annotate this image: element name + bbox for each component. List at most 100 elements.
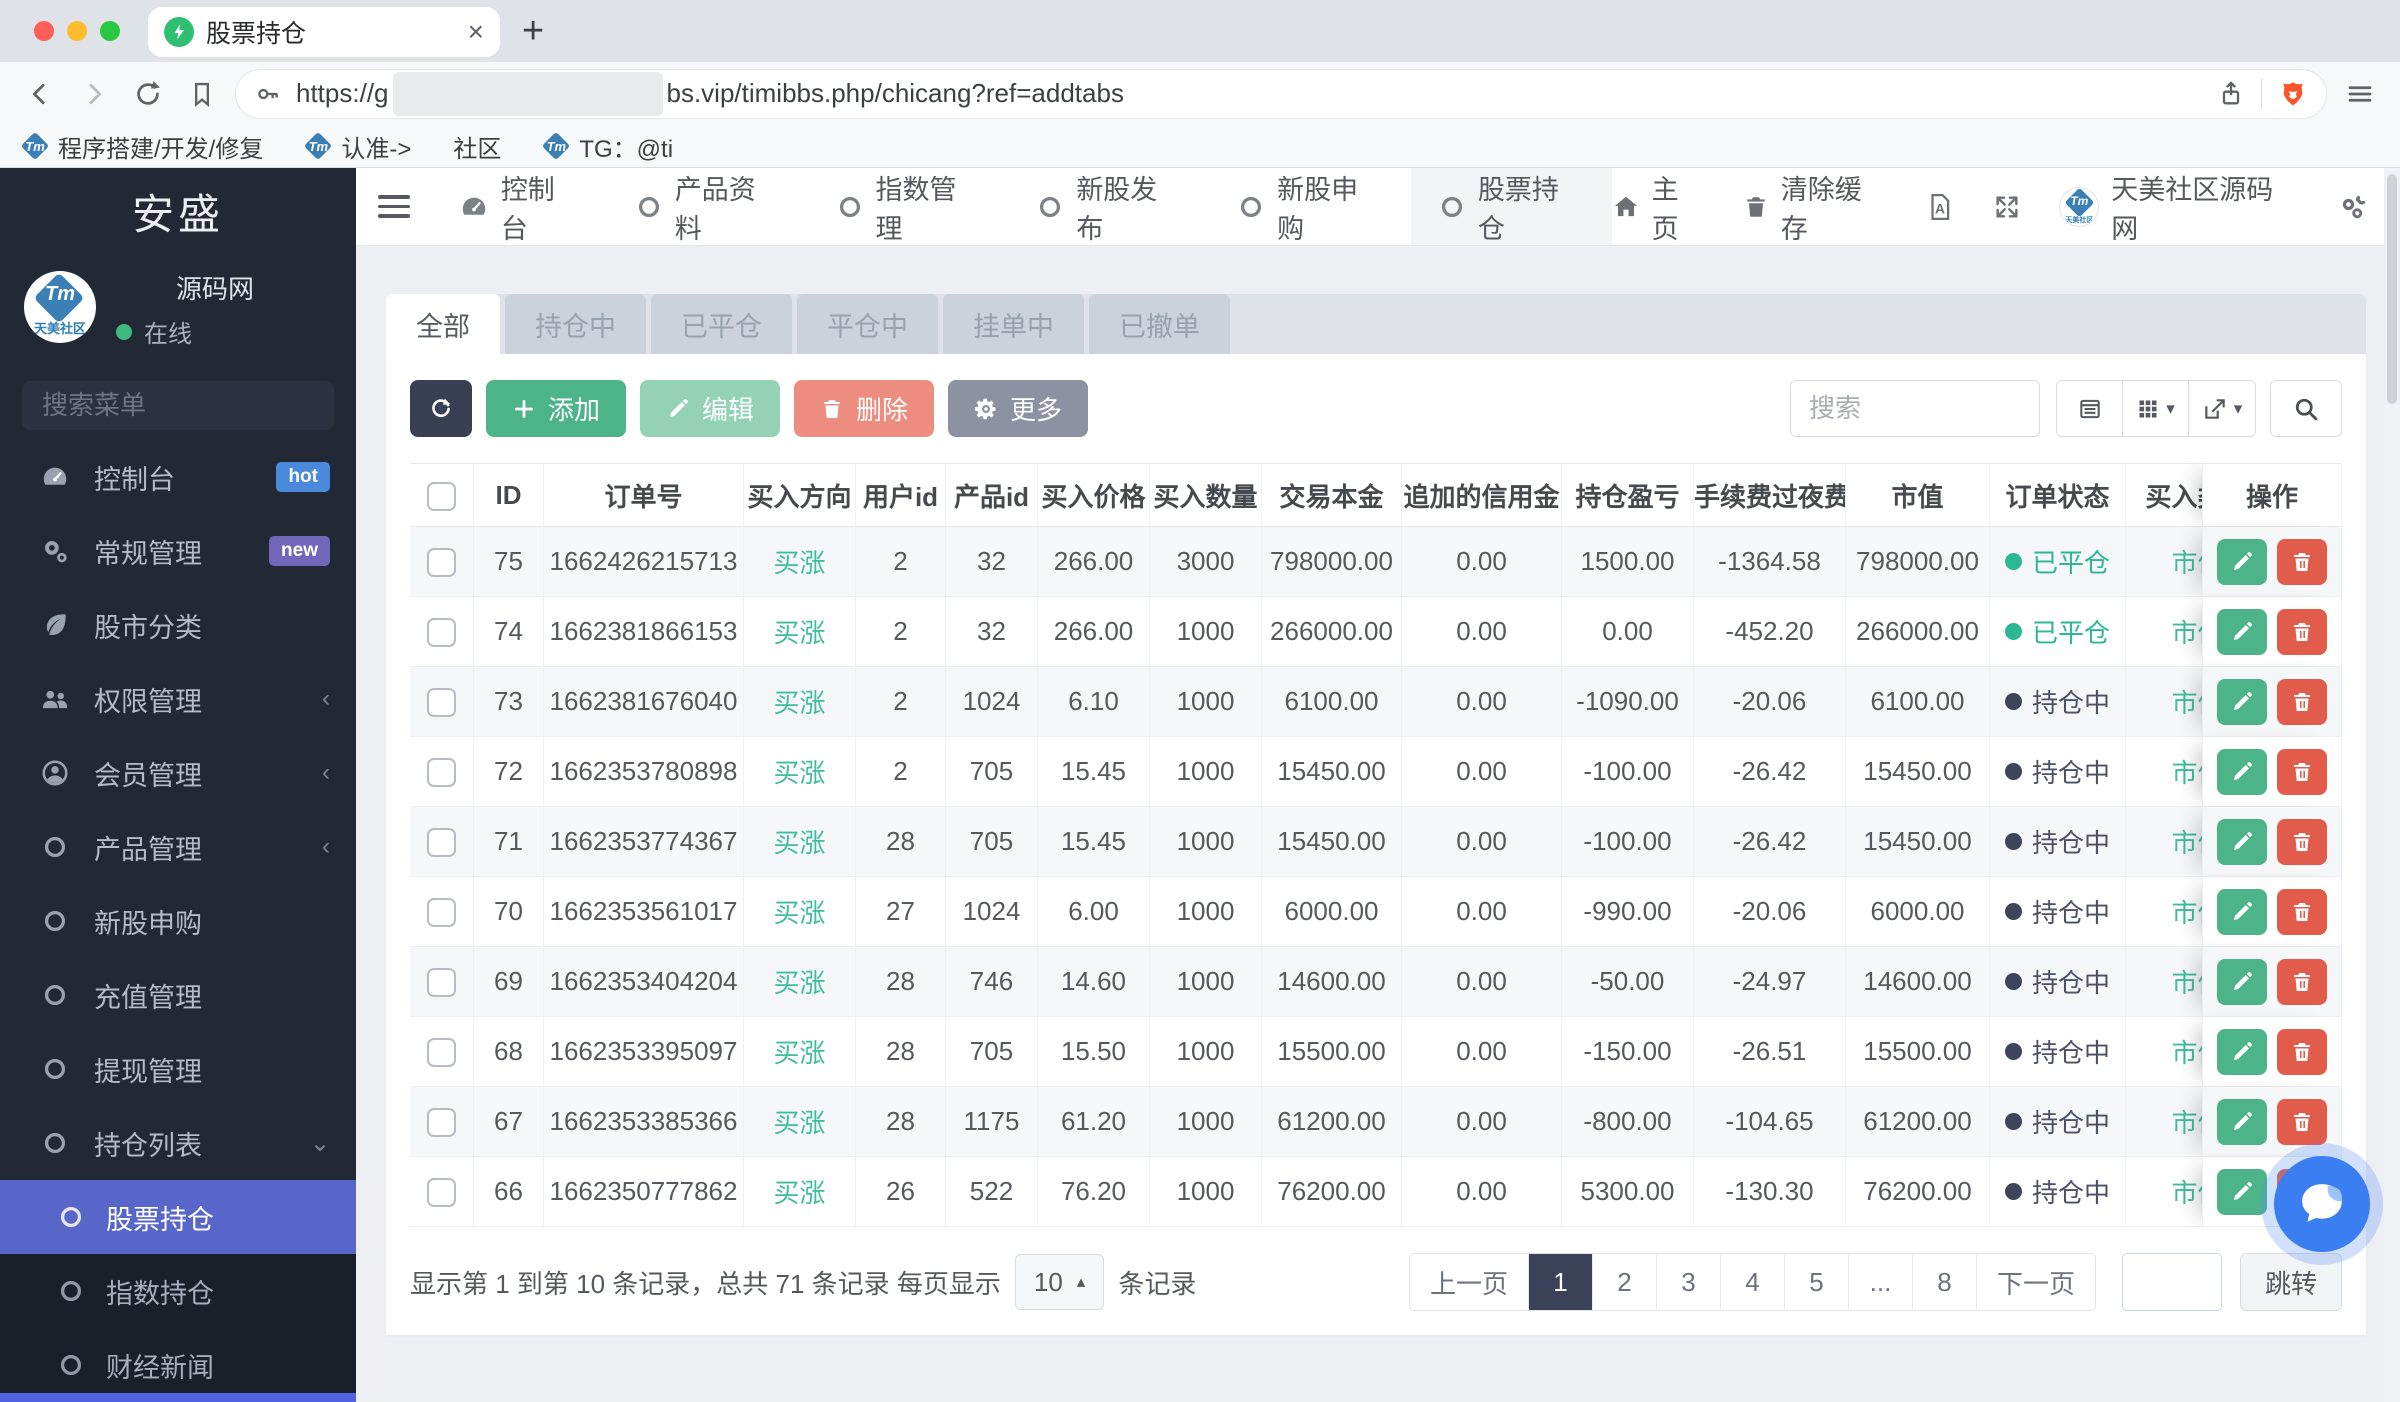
row-delete-button[interactable]: [2277, 958, 2327, 1005]
sidebar-item-权限管理[interactable]: 权限管理 ‹: [0, 662, 356, 736]
row-checkbox[interactable]: [427, 688, 456, 718]
edit-button[interactable]: 编辑: [640, 380, 781, 437]
reload-icon[interactable]: [128, 74, 168, 114]
status-tab-挂单中[interactable]: 挂单中: [943, 294, 1084, 354]
sidebar-item-新股申购[interactable]: 新股申购: [0, 884, 356, 958]
new-tab-button[interactable]: +: [522, 12, 544, 50]
row-delete-button[interactable]: [2277, 748, 2327, 795]
row-edit-button[interactable]: [2217, 678, 2267, 725]
page-scrollbar[interactable]: [2384, 168, 2400, 1402]
nav-tab-新股发布[interactable]: 新股发布: [1009, 168, 1210, 245]
page-button-1[interactable]: 1: [1528, 1254, 1593, 1310]
back-icon[interactable]: [20, 74, 60, 114]
nav-tab-产品资料[interactable]: 产品资料: [608, 168, 809, 245]
home-button[interactable]: 主页: [1612, 168, 1705, 246]
browser-menu-icon[interactable]: [2340, 74, 2380, 114]
sidebar-item-会员管理[interactable]: 会员管理 ‹: [0, 736, 356, 810]
bookmark-icon[interactable]: [182, 74, 222, 114]
status-tab-全部[interactable]: 全部: [386, 294, 500, 354]
row-checkbox[interactable]: [427, 618, 456, 648]
page-button-8[interactable]: 8: [1912, 1254, 1977, 1310]
sidebar-item-常规管理[interactable]: 常规管理 new: [0, 514, 356, 588]
clear-cache-button[interactable]: 清除缓存: [1743, 168, 1888, 246]
row-edit-button[interactable]: [2217, 1098, 2267, 1145]
sidebar-search-input[interactable]: [42, 390, 356, 422]
row-delete-button[interactable]: [2277, 888, 2327, 935]
row-edit-button[interactable]: [2217, 538, 2267, 585]
sidebar-subitem-财经新闻[interactable]: 财经新闻: [0, 1328, 356, 1402]
bookmark-item[interactable]: 社区: [453, 129, 501, 164]
page-button-5[interactable]: 5: [1784, 1254, 1849, 1310]
sidebar-item-提现管理[interactable]: 提现管理: [0, 1032, 356, 1106]
nav-tab-股票持仓[interactable]: 股票持仓: [1410, 168, 1612, 245]
forward-icon[interactable]: [74, 74, 114, 114]
minimize-window-button[interactable]: [67, 21, 87, 41]
scrollbar-thumb[interactable]: [2387, 174, 2397, 404]
sidebar-subitem-指数持仓[interactable]: 指数持仓: [0, 1254, 356, 1328]
share-icon[interactable]: [2217, 80, 2245, 108]
chat-widget-button[interactable]: [2274, 1156, 2370, 1252]
row-delete-button[interactable]: [2277, 538, 2327, 585]
browser-tab[interactable]: 股票持仓 ×: [148, 7, 500, 57]
status-tab-持仓中[interactable]: 持仓中: [505, 294, 646, 354]
page-size-select[interactable]: 10 ▴: [1014, 1254, 1105, 1310]
jump-button[interactable]: 跳转: [2239, 1253, 2342, 1311]
page-button-上一页[interactable]: 上一页: [1409, 1254, 1529, 1310]
bookmark-item[interactable]: Tm TG：@ti: [542, 129, 673, 164]
row-edit-button[interactable]: [2217, 958, 2267, 1005]
detail-view-button[interactable]: [2057, 381, 2123, 436]
translate-button[interactable]: A: [1925, 192, 1955, 222]
row-delete-button[interactable]: [2277, 1028, 2327, 1075]
site-permissions-key-icon[interactable]: [254, 80, 282, 108]
page-button-下一页[interactable]: 下一页: [1976, 1254, 2095, 1310]
page-button-...[interactable]: ...: [1848, 1254, 1913, 1310]
delete-button[interactable]: 删除: [794, 380, 935, 437]
avatar[interactable]: Tm 天美社区: [24, 271, 96, 344]
table-search-input[interactable]: [1790, 380, 2040, 437]
row-checkbox[interactable]: [427, 968, 456, 998]
status-tab-已平仓[interactable]: 已平仓: [651, 294, 792, 354]
account-menu[interactable]: Tm 天美社区 天美社区源码网: [2059, 168, 2298, 246]
sidebar-item-控制台[interactable]: 控制台 hot: [0, 440, 356, 514]
bookmark-item[interactable]: Tm 认准->: [304, 129, 411, 164]
url-bar[interactable]: https://g bs.vip/timibbs.php/chicang?ref…: [236, 69, 2326, 118]
bookmark-item[interactable]: Tm 程序搭建/开发/修复: [20, 129, 263, 164]
row-checkbox[interactable]: [427, 1178, 456, 1208]
close-window-button[interactable]: [34, 21, 54, 41]
jump-page-input[interactable]: [2121, 1253, 2222, 1311]
sidebar-item-持仓列表[interactable]: 持仓列表 ⌄: [0, 1106, 356, 1180]
brave-shield-icon[interactable]: [2278, 79, 2308, 109]
nav-tab-指数管理[interactable]: 指数管理: [809, 168, 1010, 245]
settings-button[interactable]: [2336, 192, 2366, 222]
sidebar-item-股市分类[interactable]: 股市分类: [0, 588, 356, 662]
export-dropdown-button[interactable]: ▾: [2189, 381, 2255, 436]
row-checkbox[interactable]: [427, 1108, 456, 1138]
row-edit-button[interactable]: [2217, 818, 2267, 865]
row-delete-button[interactable]: [2277, 678, 2327, 725]
sidebar-item-产品管理[interactable]: 产品管理 ‹: [0, 810, 356, 884]
row-checkbox[interactable]: [427, 758, 456, 788]
row-edit-button[interactable]: [2217, 608, 2267, 655]
row-checkbox[interactable]: [427, 548, 456, 578]
page-button-3[interactable]: 3: [1656, 1254, 1721, 1310]
row-edit-button[interactable]: [2217, 748, 2267, 795]
refresh-button[interactable]: [410, 380, 472, 437]
row-checkbox[interactable]: [427, 898, 456, 928]
sidebar-subitem-股票持仓[interactable]: 股票持仓: [0, 1180, 356, 1254]
more-button[interactable]: 更多: [948, 380, 1089, 437]
maximize-window-button[interactable]: [100, 21, 120, 41]
row-delete-button[interactable]: [2277, 818, 2327, 865]
tab-close-icon[interactable]: ×: [468, 18, 484, 46]
row-checkbox[interactable]: [427, 828, 456, 858]
nav-tab-控制台[interactable]: 控制台: [432, 168, 608, 245]
fullscreen-button[interactable]: [1993, 193, 2021, 221]
status-tab-已撤单[interactable]: 已撤单: [1089, 294, 1230, 354]
url-text[interactable]: https://g bs.vip/timibbs.php/chicang?ref…: [296, 71, 2203, 116]
nav-tab-新股申购[interactable]: 新股申购: [1210, 168, 1411, 245]
row-edit-button[interactable]: [2217, 1028, 2267, 1075]
row-delete-button[interactable]: [2277, 608, 2327, 655]
page-button-2[interactable]: 2: [1592, 1254, 1657, 1310]
sidebar-item-充值管理[interactable]: 充值管理: [0, 958, 356, 1032]
page-button-4[interactable]: 4: [1720, 1254, 1785, 1310]
select-all-checkbox[interactable]: [427, 481, 456, 511]
